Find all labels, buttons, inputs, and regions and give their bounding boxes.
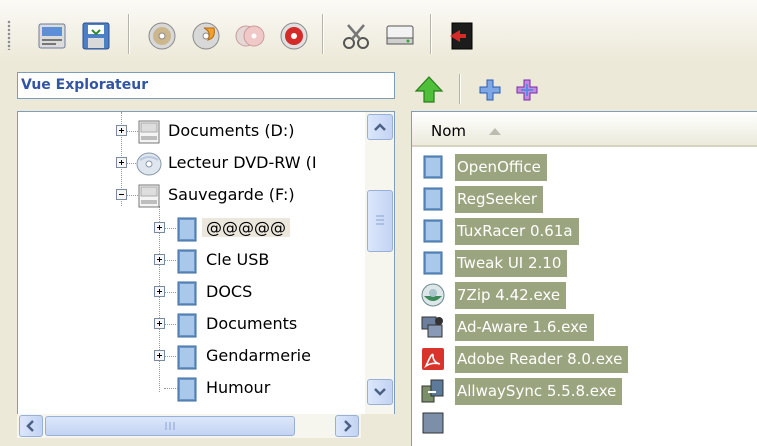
tree-connector (159, 206, 161, 392)
add-all-button[interactable] (515, 78, 539, 106)
main-toolbar (0, 0, 757, 62)
column-header-name[interactable]: Nom (412, 112, 757, 147)
tree-item-label: Humour (206, 378, 271, 397)
collapse-icon[interactable] (116, 189, 127, 200)
tree-item-label: Documents (206, 314, 298, 333)
sort-ascending-icon (489, 128, 501, 135)
file-item-label: 7Zip 4.42.exe (455, 282, 567, 309)
save-icon[interactable] (80, 20, 112, 52)
folder-icon (177, 313, 197, 338)
adaware-icon (421, 316, 443, 338)
tree-horizontal-scrollbar[interactable] (17, 414, 361, 438)
disc-icon[interactable] (146, 20, 178, 52)
up-arrow-icon (414, 76, 444, 103)
add-button[interactable] (478, 78, 502, 106)
plus-double-icon (516, 79, 538, 101)
file-item-label: Adobe Reader 8.0.exe (455, 346, 629, 373)
dvd-drive-icon (136, 152, 162, 176)
toolbar-separator (430, 14, 432, 54)
tree-item-label: Sauvegarde (F:) (168, 185, 295, 204)
view-selector[interactable]: Vue Explorateur (17, 72, 395, 99)
scissors-icon[interactable] (340, 20, 372, 52)
folder-icon (423, 155, 443, 179)
toolbar-separator (322, 14, 324, 54)
7zip-icon (421, 283, 445, 307)
expand-icon[interactable] (154, 318, 165, 329)
column-header-label: Nom (431, 122, 467, 140)
toolbar-grip[interactable] (7, 20, 11, 50)
folder-icon (177, 345, 197, 370)
chevron-up-icon (374, 123, 386, 131)
grip-icon (165, 422, 175, 430)
scroll-thumb[interactable] (367, 190, 393, 252)
scroll-left-button[interactable] (19, 415, 43, 437)
disc-erase-icon[interactable] (278, 20, 310, 52)
toolbar-separator (459, 74, 461, 104)
grip-icon (376, 215, 384, 225)
folder-icon (177, 281, 197, 306)
chevron-down-icon (374, 388, 386, 396)
disc-copy-icon[interactable] (234, 20, 266, 52)
folder-icon (423, 219, 443, 243)
folder-icon (423, 187, 443, 211)
file-list[interactable]: Nom OpenOffice RegSeeker TuxRacer 0.61a … (411, 111, 757, 446)
tree-item-label: Documents (D:) (168, 121, 295, 140)
tree-vertical-scrollbar[interactable] (365, 112, 394, 434)
folder-tree[interactable]: Documents (D:) Lecteur DVD-RW (I Sauvega… (17, 111, 395, 435)
folder-icon (177, 217, 197, 242)
folder-icon (177, 249, 197, 274)
scroll-down-button[interactable] (367, 379, 393, 405)
expand-icon[interactable] (116, 125, 127, 136)
drive-icon (138, 184, 160, 208)
expand-icon[interactable] (154, 350, 165, 361)
file-list-pane: Nom OpenOffice RegSeeker TuxRacer 0.61a … (403, 62, 757, 446)
allwaysync-icon (421, 379, 444, 403)
scrollbar-corner (361, 414, 395, 438)
scroll-thumb[interactable] (45, 416, 295, 436)
view-selector-label: Vue Explorateur (21, 77, 149, 93)
file-item-label: OpenOffice (455, 154, 547, 181)
folder-icon (177, 377, 197, 402)
properties-icon[interactable] (36, 20, 68, 52)
file-item-label: Tweak UI 2.10 (455, 250, 568, 277)
tree-item-label: @@@@@ (202, 218, 290, 237)
adobe-reader-icon (422, 348, 444, 370)
file-item-label: Ad-Aware 1.6.exe (455, 314, 594, 341)
chevron-right-icon (344, 420, 352, 432)
file-item-label: RegSeeker (455, 186, 544, 213)
tree-item-label: DOCS (206, 282, 253, 301)
tree-item-label: Cle USB (206, 250, 270, 269)
expand-icon[interactable] (154, 222, 165, 233)
explorer-pane: Vue Explorateur Documents (D:) Lecteur D… (0, 62, 403, 445)
expand-icon[interactable] (154, 286, 165, 297)
file-item-label: TuxRacer 0.61a (455, 218, 579, 245)
up-folder-button[interactable] (413, 74, 445, 108)
scroll-up-button[interactable] (367, 114, 393, 140)
tree-item-label: Lecteur DVD-RW (I (168, 153, 317, 172)
chevron-left-icon (26, 420, 34, 432)
drive-icon[interactable] (384, 20, 416, 52)
drive-icon (138, 120, 160, 144)
file-item-label: AllwaySync 5.5.8.exe (455, 378, 623, 405)
tree-item-label: Gendarmerie (206, 346, 311, 365)
scroll-right-button[interactable] (335, 415, 359, 437)
toolbar-separator (128, 14, 130, 54)
burn-disc-icon[interactable] (190, 20, 222, 52)
expand-icon[interactable] (154, 254, 165, 265)
exit-icon[interactable] (446, 20, 478, 52)
expand-icon[interactable] (116, 157, 127, 168)
program-icon (422, 412, 444, 434)
folder-icon (423, 251, 443, 275)
plus-icon (479, 79, 501, 101)
